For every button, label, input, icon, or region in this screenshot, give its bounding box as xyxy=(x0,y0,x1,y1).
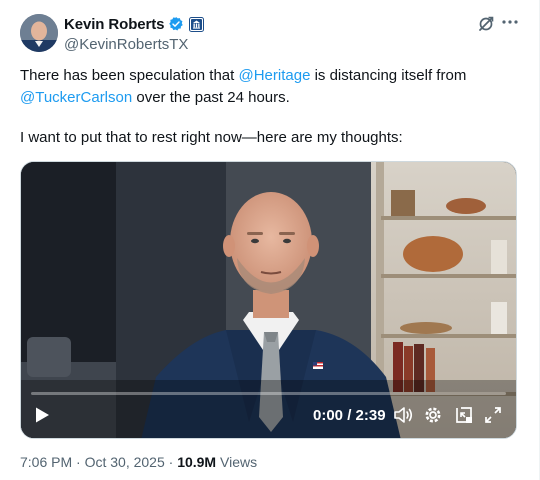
views-count: 10.9M xyxy=(177,454,217,470)
author-name-row: Kevin Roberts xyxy=(64,15,205,33)
video-controls: 0:00 / 2:39 xyxy=(21,394,516,438)
gear-icon[interactable] xyxy=(423,405,443,425)
mention-link-tuckercarlson[interactable]: @TuckerCarlson xyxy=(20,89,132,106)
verified-badge-icon[interactable] xyxy=(168,16,184,32)
author-handle[interactable]: @KevinRobertsTX xyxy=(64,36,188,53)
views-label: Views xyxy=(216,454,258,470)
post-paragraph-1: There has been speculation that @Heritag… xyxy=(20,65,520,109)
volume-icon[interactable] xyxy=(393,406,413,424)
post-meta: 7:06 PM · Oct 30, 2025 · 10.9M Views xyxy=(20,454,257,470)
post-text-segment: over the past 24 hours. xyxy=(132,89,290,106)
video-player[interactable]: 0:00 / 2:39 xyxy=(20,161,517,439)
post-text-segment: is distancing itself from xyxy=(310,67,467,84)
avatar[interactable] xyxy=(20,14,58,52)
post-card: Kevin Roberts @KevinRobertsTX There has … xyxy=(0,0,540,480)
more-icon[interactable] xyxy=(500,12,520,32)
mention-link-heritage[interactable]: @Heritage xyxy=(238,67,310,84)
grok-icon[interactable] xyxy=(476,14,496,34)
post-paragraph-2: I want to put that to rest right now—her… xyxy=(20,129,403,146)
post-text: There has been speculation that @Heritag… xyxy=(20,65,520,149)
post-timestamp[interactable]: 7:06 PM · Oct 30, 2025 · xyxy=(20,454,177,470)
heritage-affiliate-icon[interactable] xyxy=(189,16,205,32)
fullscreen-icon[interactable] xyxy=(484,406,502,424)
avatar-image xyxy=(20,14,58,52)
post-text-segment: There has been speculation that xyxy=(20,67,239,84)
video-time: 0:00 / 2:39 xyxy=(313,407,386,424)
picture-in-picture-icon[interactable] xyxy=(454,405,474,425)
play-icon[interactable] xyxy=(33,406,51,424)
author-name[interactable]: Kevin Roberts xyxy=(64,16,164,33)
